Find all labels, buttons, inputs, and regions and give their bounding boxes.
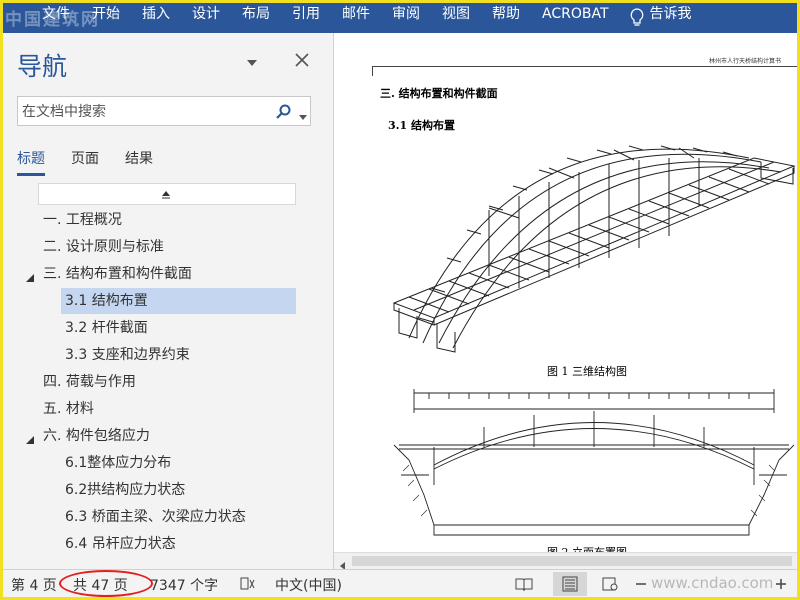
nav-pane-title: 导航 (17, 52, 68, 81)
tab-mailings[interactable]: 邮件 (331, 3, 381, 33)
tab-help[interactable]: 帮助 (481, 3, 531, 33)
tree-item[interactable]: 3.3 支座和边界约束 (65, 342, 190, 368)
figure-1-caption: 图 1 三维结构图 (547, 365, 627, 378)
horizontal-scrollbar[interactable] (334, 552, 797, 570)
print-layout-icon[interactable] (561, 576, 579, 592)
nav-pane-tabs: 标题 页面 结果 (17, 148, 179, 176)
tree-item[interactable]: 3.2 杆件截面 (65, 315, 148, 341)
tree-item[interactable]: 五. 材料 (43, 396, 94, 422)
tab-file[interactable]: 文件 (31, 3, 81, 33)
language-indicator[interactable]: 中文(中国) (275, 575, 342, 595)
bridge-elevation-figure (393, 389, 795, 536)
status-bar: 第 4 页 共 47 页 7347 个字 中文(中国) www.cndao.co… (3, 569, 797, 597)
ribbon-tab-bar: 中国建筑网 文件 开始 插入 设计 布局 引用 邮件 审阅 视图 帮助 ACRO… (3, 3, 797, 33)
tab-headings[interactable]: 标题 (17, 148, 45, 176)
highlight-oval (59, 570, 153, 597)
search-icon[interactable] (275, 103, 293, 121)
site-watermark-bottom: www.cndao.com (651, 574, 774, 592)
tree-item[interactable]: 六. 构件包络应力 (43, 423, 150, 449)
scrollbar-thumb[interactable] (352, 556, 792, 566)
tree-item[interactable]: 6.1整体应力分布 (65, 450, 171, 476)
zoom-out-icon[interactable] (633, 576, 651, 592)
tree-item[interactable]: 三. 结构布置和构件截面 (43, 261, 192, 287)
word-count[interactable]: 7347 个字 (150, 575, 218, 595)
tree-item[interactable]: 二. 设计原则与标准 (43, 234, 164, 260)
bridge-3d-figure (392, 145, 796, 353)
proofing-icon[interactable] (239, 576, 257, 592)
ribbon-tabs: 文件 开始 插入 设计 布局 引用 邮件 审阅 视图 帮助 ACROBAT (31, 3, 620, 33)
tree-item[interactable]: 一. 工程概况 (43, 207, 122, 233)
scroll-left-icon[interactable] (338, 556, 348, 570)
tree-item[interactable]: 6.2拱结构应力状态 (65, 477, 185, 503)
collapse-all-button[interactable] (38, 183, 296, 205)
tab-references[interactable]: 引用 (281, 3, 331, 33)
read-mode-icon[interactable] (515, 576, 533, 592)
tree-item[interactable]: 6.4 吊杆应力状态 (65, 531, 176, 557)
search-field[interactable] (17, 96, 311, 126)
page-indicator[interactable]: 第 4 页 (11, 575, 57, 595)
tab-design[interactable]: 设计 (181, 3, 231, 33)
search-input[interactable] (22, 102, 262, 122)
expanded-triangle-icon[interactable] (25, 268, 35, 282)
lightbulb-icon[interactable] (628, 7, 646, 29)
page-header-text: 林州市人行天桥结构计算书 (709, 58, 782, 65)
document-canvas[interactable]: 林州市人行天桥结构计算书 三. 结构布置和构件截面 3.1 结构布置 图 1 三… (334, 33, 797, 570)
tab-home[interactable]: 开始 (81, 3, 131, 33)
web-layout-icon[interactable] (601, 576, 619, 592)
tree-item[interactable]: 6.3 桥面主梁、次梁应力状态 (65, 504, 246, 530)
tab-acrobat[interactable]: ACROBAT (531, 3, 620, 33)
expanded-triangle-icon[interactable] (25, 430, 35, 444)
pane-options-chevron-icon[interactable] (245, 55, 259, 69)
tree-item-selected[interactable]: 3.1 结构布置 (61, 288, 296, 314)
search-options-chevron-icon[interactable] (298, 107, 308, 120)
tab-view[interactable]: 视图 (431, 3, 481, 33)
close-icon[interactable] (293, 51, 311, 69)
tab-results[interactable]: 结果 (125, 148, 153, 176)
page-header-rule (372, 66, 797, 67)
tab-layout[interactable]: 布局 (231, 3, 281, 33)
section-heading: 三. 结构布置和构件截面 (380, 87, 498, 100)
tab-review[interactable]: 审阅 (381, 3, 431, 33)
navigation-pane: 导航 标题 页面 结果 一. 工程概况 二. 设计原则与标准 三. 结构布置和构… (3, 33, 334, 569)
zoom-in-icon[interactable] (773, 576, 791, 592)
tell-me-search[interactable]: 告诉我 (650, 3, 692, 33)
page-margin-mark (372, 66, 373, 76)
collapse-up-icon (162, 191, 170, 199)
tab-pages[interactable]: 页面 (71, 148, 99, 176)
tab-insert[interactable]: 插入 (131, 3, 181, 33)
subsection-heading: 3.1 结构布置 (388, 119, 455, 132)
tree-item[interactable]: 四. 荷载与作用 (43, 369, 136, 395)
